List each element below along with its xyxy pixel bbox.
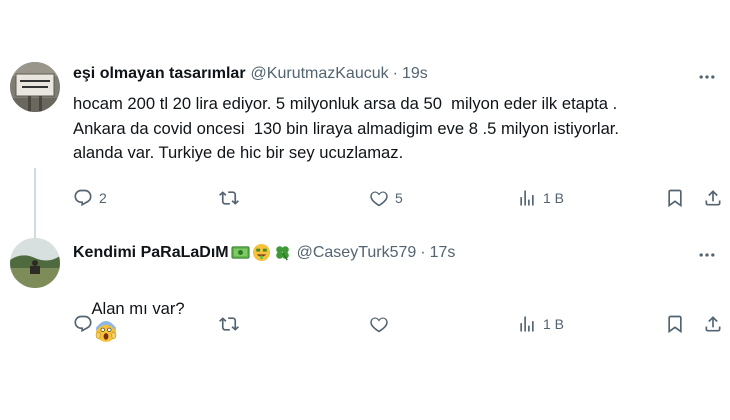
user-handle[interactable]: @KurutmazKaucuk [251,65,389,83]
more-icon[interactable] [696,66,718,88]
tweet-header: Kendimi PaRaLaDıM @CaseyTurk579 · 17s [73,243,455,262]
more-icon[interactable] [696,244,718,266]
timestamp[interactable]: 19s [402,65,428,83]
reply-button[interactable]: 2 [73,186,107,210]
share-icon [705,190,721,206]
like-button[interactable] [369,312,395,336]
tweet[interactable]: Kendimi PaRaLaDıM @CaseyTurk579 · 17s Al… [0,232,730,342]
display-name[interactable]: Kendimi PaRaLaDıM [73,244,229,262]
like-icon [370,317,388,333]
bookmark-icon [668,189,682,208]
money-face-icon [252,243,270,262]
retweet-button[interactable] [219,186,245,210]
tweet-text: hocam 200 tl 20 lira ediyor. 5 milyonluk… [73,94,620,162]
bookmark-button[interactable] [665,312,685,336]
retweet-icon [219,191,239,205]
views-button[interactable]: 1 B [517,312,564,336]
user-handle[interactable]: @CaseyTurk579 [297,244,417,262]
reply-icon [74,189,92,207]
timestamp[interactable]: 17s [430,244,456,262]
tweet[interactable]: eşi olmayan tasarımlar @KurutmazKaucuk ·… [0,52,730,268]
clover-icon [275,246,289,261]
view-count: 1 B [543,190,565,206]
retweet-button[interactable] [219,312,245,336]
share-button[interactable] [703,312,723,336]
reply-button[interactable] [73,312,99,336]
views-button[interactable]: 1 B [517,186,564,210]
avatar[interactable] [10,62,60,112]
views-icon [520,316,534,332]
avatar-image [10,238,60,288]
avatar[interactable] [10,238,60,288]
tweet-header: eşi olmayan tasarımlar @KurutmazKaucuk ·… [73,65,428,83]
like-button[interactable]: 5 [369,186,403,210]
avatar-image [10,62,60,112]
like-count: 5 [395,190,403,206]
retweet-icon [219,317,239,331]
separator-dot: · [420,243,426,261]
separator-dot: · [392,65,398,82]
reply-icon [74,315,92,333]
reply-count: 2 [99,190,107,206]
share-icon [705,316,721,332]
bookmark-icon [668,315,682,334]
like-icon [370,191,388,207]
action-bar: 2 5 1 B [73,186,724,214]
display-name[interactable]: eşi olmayan tasarımlar [73,65,246,83]
bookmark-button[interactable] [665,186,685,210]
money-bill-icon [231,246,250,259]
share-button[interactable] [703,186,723,210]
views-icon [520,190,534,206]
view-count: 1 B [543,316,565,332]
action-bar: 1 B [73,312,724,340]
